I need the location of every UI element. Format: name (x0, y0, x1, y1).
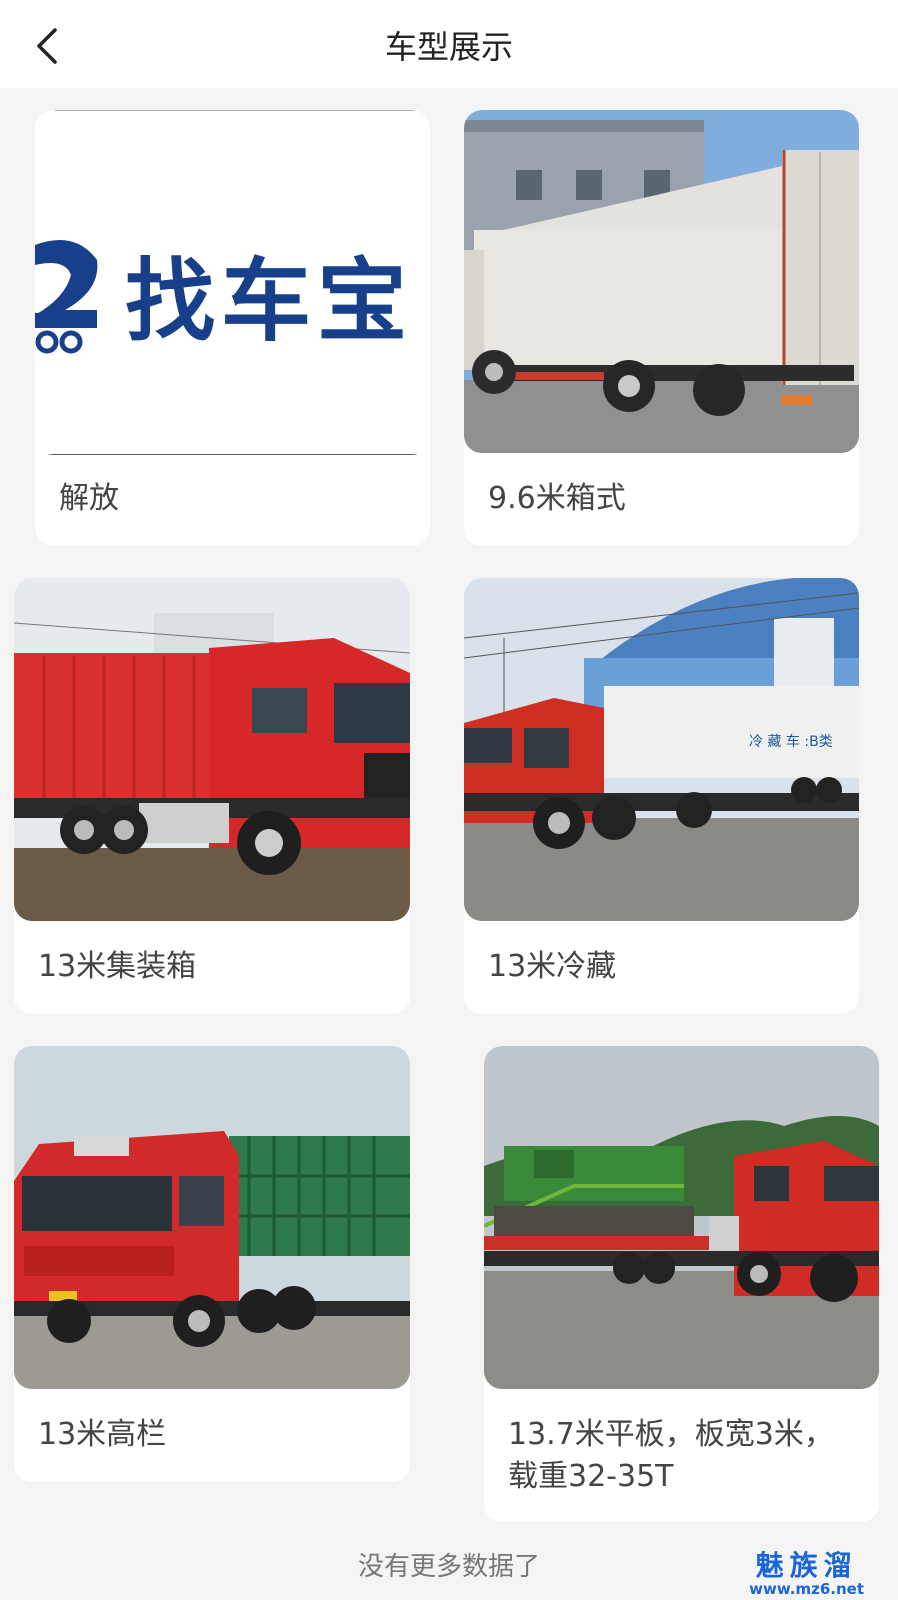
vehicle-card[interactable]: 9.6米箱式 (464, 110, 859, 546)
vehicle-card[interactable]: 冷 藏 车 :B类 13米冷藏 (464, 578, 859, 1014)
vehicle-label: 解放 (59, 481, 119, 516)
vehicle-image: 找车宝 (35, 110, 430, 455)
vehicle-label: 9.6米箱式 (488, 481, 626, 516)
vehicle-label: 13米高栏 (38, 1417, 167, 1452)
vehicle-card[interactable]: 找车宝 解放 (35, 110, 430, 546)
page-title: 车型展示 (384, 28, 513, 66)
vehicle-label: 13.7米平板，板宽3米，载重32-35T (508, 1417, 834, 1494)
svg-text:找车宝: 找车宝 (125, 249, 413, 354)
vehicle-image (14, 578, 410, 921)
vehicle-card[interactable]: 13.7米平板，板宽3米，载重32-35T (484, 1046, 879, 1522)
vehicle-card[interactable]: 13米高栏 (14, 1046, 410, 1482)
app-header: 车型展示 (0, 0, 898, 88)
vehicle-image: 冷 藏 车 :B类 (464, 578, 859, 921)
vehicle-label: 13米集装箱 (38, 949, 197, 984)
vehicle-image (464, 110, 859, 453)
watermark-main: 魅族溜 (755, 1549, 858, 1582)
watermark-url: www.mz6.net (749, 1580, 864, 1598)
watermark: 魅族溜 www.mz6.net (749, 1552, 864, 1597)
svg-text:冷 藏 车 :B类: 冷 藏 车 :B类 (749, 733, 833, 750)
vehicle-image (14, 1046, 410, 1389)
vehicle-card[interactable]: 13米集装箱 (14, 578, 410, 1014)
vehicle-image (484, 1046, 879, 1389)
vehicle-label: 13米冷藏 (488, 949, 617, 984)
